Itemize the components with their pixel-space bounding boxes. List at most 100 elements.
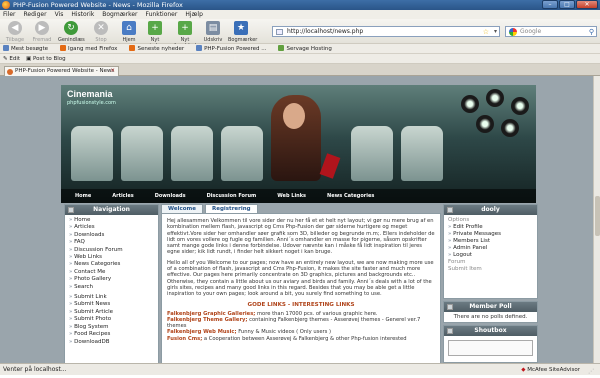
user-option[interactable]: Private Messages (448, 231, 533, 238)
close-button[interactable]: ✕ (576, 0, 598, 9)
link-title[interactable]: Fusion Cms; (167, 336, 202, 342)
menu-help[interactable]: Hjælp (185, 10, 203, 19)
scroll-thumb[interactable] (595, 196, 600, 236)
print-label: Udskriv (203, 37, 223, 43)
reload-label: Genindlæs (58, 37, 85, 43)
nav-link[interactable]: DownloadDB (69, 339, 154, 346)
bookmark-most-visited[interactable]: Mest besøgte (3, 44, 48, 53)
nav-link[interactable]: Submit Article (69, 309, 154, 316)
tab-registrering[interactable]: Registrering (205, 204, 258, 213)
user-option[interactable]: Edit Profile (448, 224, 533, 231)
search-icon[interactable]: ⚲ (589, 27, 594, 37)
menu-view[interactable]: Vis (55, 10, 64, 19)
chevron-down-icon[interactable]: ▾ (494, 27, 497, 37)
tab-label: PHP-Fusion Powered Website - News (15, 68, 115, 74)
cinema-seat (221, 126, 263, 181)
nav-link[interactable]: Articles (69, 224, 154, 231)
vertical-scrollbar[interactable] (593, 76, 600, 363)
tab-news[interactable]: PHP-Fusion Powered Website - News ✕ (4, 66, 119, 76)
mcafee-siteadvisor[interactable]: ◆ McAfee SiteAdvisor (521, 364, 580, 376)
forum-label: Forum (448, 259, 466, 265)
nav-link[interactable]: Downloads (69, 232, 154, 239)
bookmarks-button[interactable]: ★ Bogmærker (228, 21, 258, 43)
menu-bar: Filer Rediger Vis Historik Bogmærker Fun… (0, 10, 600, 19)
site-subtitle: phpfusionstyle.com (67, 100, 116, 106)
nav-link[interactable]: Contact Me (69, 269, 154, 276)
back-arrow-icon: ◀ (8, 21, 22, 35)
site-nav-weblinks[interactable]: Web Links (263, 189, 313, 203)
site-nav-home[interactable]: Home (61, 189, 98, 203)
panel-header: dooly (444, 205, 537, 215)
nav-link[interactable]: Submit Photo (69, 316, 154, 323)
close-tab-icon[interactable]: ✕ (110, 67, 115, 76)
home-button[interactable]: ⌂ Hjem (116, 21, 142, 43)
site-nav-articles[interactable]: Articles (98, 189, 140, 203)
reload-button[interactable]: ↻ Genindlæs (58, 21, 85, 43)
bookmarks-label: Bogmærker (228, 37, 258, 43)
back-button[interactable]: ◀ Tilbage (2, 21, 28, 43)
nav-link[interactable]: Submit Link (69, 294, 154, 301)
nav-link[interactable]: Discussion Forum (69, 247, 154, 254)
link-desc: Funny & Music videos ( Only users ) (236, 329, 332, 336)
bookmark-label: Igang med Firefox (68, 46, 118, 52)
nav-link[interactable]: Home (69, 217, 154, 224)
resize-grip-icon[interactable]: ⋰ (588, 366, 598, 375)
site-nav-news-categories[interactable]: News Categories (313, 189, 381, 203)
status-bar: Venter på localhost... ◆ McAfee SiteAdvi… (0, 363, 600, 375)
site-logo[interactable]: Cinemania (67, 89, 113, 99)
url-bar[interactable]: http://localhost/news.php ☆ ▾ (272, 26, 500, 37)
user-option[interactable]: Members List (448, 238, 533, 245)
link-item: Fusion Cms; a Cooperation between Asserø… (167, 336, 435, 342)
bookmark-getting-started[interactable]: Igang med Firefox (60, 44, 117, 53)
site-nav-downloads[interactable]: Downloads (141, 189, 193, 203)
nav-link[interactable]: News Categories (69, 261, 154, 268)
nav-link[interactable]: Blog System (69, 324, 154, 331)
site-nav-forum[interactable]: Discussion Forum (193, 189, 264, 203)
forward-button[interactable]: ▶ Fremad (29, 21, 55, 43)
shout-input[interactable] (448, 340, 533, 356)
link-title[interactable]: Falkenbjerg Theme Gallery; (167, 317, 247, 323)
link-desc: more than 17000 pcs. of various graphic … (255, 310, 378, 317)
collapse-icon[interactable] (447, 207, 453, 213)
menu-edit[interactable]: Rediger (24, 10, 47, 19)
search-input[interactable]: Google ⚲ (505, 26, 597, 37)
bookmark-php-fusion[interactable]: PHP-Fusion Powered ... (196, 44, 266, 53)
menu-bookmarks[interactable]: Bogmærker (102, 10, 137, 19)
minimize-button[interactable]: – (542, 0, 558, 9)
link-title[interactable]: Falkenbjerg Web Music; (167, 329, 237, 335)
menu-file[interactable]: Filer (3, 10, 16, 19)
edit-button[interactable]: ✎ Edit (3, 54, 20, 63)
link-item: Falkenbjerg Theme Gallery; containing Fa… (167, 317, 435, 330)
spotlight-icon (461, 95, 479, 113)
user-option[interactable]: Logout (448, 252, 533, 259)
site-banner: Cinemania phpfusionstyle.com Home Articl… (61, 85, 536, 203)
collapse-icon[interactable] (447, 328, 453, 334)
blog-toolbar: ✎ Edit ▣ Post to Blog (0, 54, 600, 64)
tab-welcome[interactable]: Welcome (161, 204, 203, 213)
link-title[interactable]: Falkenbjerg Graphic Galleries; (167, 311, 255, 317)
nav-link[interactable]: Food Recipes (69, 331, 154, 338)
print-button[interactable]: ▤ Udskriv (200, 21, 226, 43)
nav-link[interactable]: Submit News (69, 301, 154, 308)
bookmark-icon (3, 45, 9, 51)
bookmark-latest-news[interactable]: Seneste nyheder (129, 44, 184, 53)
nav-link[interactable]: Photo Gallery (69, 276, 154, 283)
rss-icon (129, 45, 136, 51)
stop-button[interactable]: ✕ Stop (88, 21, 114, 43)
nav-link[interactable]: Search (69, 284, 154, 291)
post-to-blog-button[interactable]: ▣ Post to Blog (26, 54, 66, 63)
collapse-icon[interactable] (447, 304, 453, 310)
collapse-icon[interactable] (68, 207, 74, 213)
bookmarks-toolbar: Mest besøgte Igang med Firefox Seneste n… (0, 44, 600, 54)
bookmark-star-icon[interactable]: ☆ (483, 27, 489, 37)
user-option[interactable]: Admin Panel (448, 245, 533, 252)
title-bar: PHP-Fusion Powered Website - News - Mozi… (0, 0, 600, 10)
bookmark-servage[interactable]: Servage Hosting (278, 44, 332, 53)
maximize-button[interactable]: □ (559, 0, 575, 9)
new-tab-icon: + (178, 21, 192, 35)
menu-tools[interactable]: Funktioner (145, 10, 177, 19)
nav-link[interactable]: Web Links (69, 254, 154, 261)
forward-label: Fremad (32, 37, 52, 43)
nav-link[interactable]: FAQ (69, 239, 154, 246)
menu-history[interactable]: Historik (71, 10, 94, 19)
